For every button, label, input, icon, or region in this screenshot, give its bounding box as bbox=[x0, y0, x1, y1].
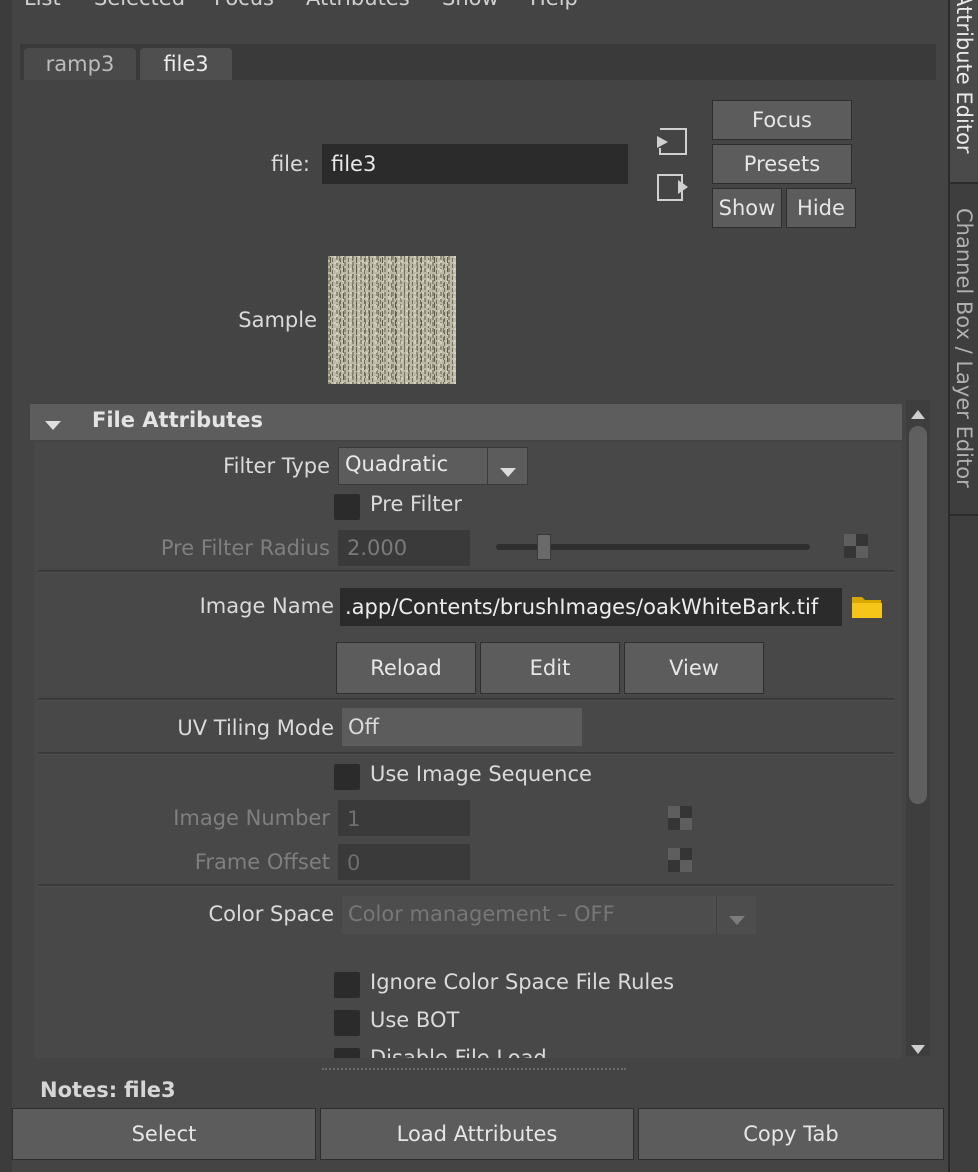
folder-icon[interactable] bbox=[850, 592, 884, 620]
hide-button[interactable]: Hide bbox=[786, 188, 856, 228]
use-bot-label: Use BOT bbox=[370, 1008, 460, 1032]
load-attributes-button[interactable]: Load Attributes bbox=[320, 1108, 634, 1160]
image-name-field[interactable]: .app/Contents/brushImages/oakWhiteBark.t… bbox=[340, 588, 842, 626]
notes-label: Notes: bbox=[40, 1078, 118, 1102]
map-button-icon[interactable] bbox=[668, 848, 692, 872]
ignore-color-space-rules-checkbox[interactable] bbox=[334, 972, 360, 998]
pre-filter-checkbox[interactable] bbox=[334, 494, 360, 520]
chevron-down-icon bbox=[728, 908, 746, 925]
filter-type-label: Filter Type bbox=[223, 454, 330, 478]
image-number-field[interactable]: 1 bbox=[338, 800, 470, 836]
sample-swatch bbox=[328, 256, 456, 384]
uv-tiling-mode-dropdown[interactable]: Off bbox=[342, 708, 582, 746]
frame-offset-field[interactable]: 0 bbox=[338, 844, 470, 880]
show-button[interactable]: Show bbox=[712, 188, 782, 228]
use-bot-checkbox[interactable] bbox=[334, 1010, 360, 1036]
tab-attribute-editor-label: Attribute Editor bbox=[952, 0, 976, 154]
menu-attributes[interactable]: Attributes bbox=[306, 0, 410, 10]
scroll-down-icon[interactable] bbox=[909, 1038, 927, 1054]
select-button[interactable]: Select bbox=[12, 1108, 316, 1160]
map-button-icon[interactable] bbox=[668, 806, 692, 830]
tab-channel-box[interactable]: Channel Box / Layer Editor bbox=[950, 186, 978, 516]
section-title: File Attributes bbox=[92, 408, 263, 432]
disable-file-load-row: Disable File Load bbox=[334, 1046, 894, 1058]
map-button-icon[interactable] bbox=[844, 534, 868, 558]
menu-show[interactable]: Show bbox=[442, 0, 499, 10]
node-name-field[interactable]: file3 bbox=[322, 144, 628, 184]
node-name-label: file: bbox=[270, 152, 310, 176]
pre-filter-label: Pre Filter bbox=[370, 492, 463, 516]
side-tab-bar: Attribute Editor Channel Box / Layer Edi… bbox=[950, 0, 978, 1172]
color-space-label: Color Space bbox=[208, 902, 335, 926]
chevron-down-icon bbox=[499, 460, 517, 477]
use-image-sequence-label: Use Image Sequence bbox=[370, 762, 592, 786]
separator bbox=[38, 570, 894, 573]
tab-file3[interactable]: file3 bbox=[140, 48, 232, 80]
color-space-value: Color management – OFF bbox=[348, 902, 615, 926]
pre-filter-radius-slider[interactable] bbox=[496, 534, 810, 560]
menu-list[interactable]: List bbox=[24, 0, 61, 10]
menu-selected[interactable]: Selected bbox=[94, 0, 185, 10]
separator bbox=[38, 752, 894, 755]
sample-label: Sample bbox=[238, 308, 317, 332]
use-image-sequence-checkbox[interactable] bbox=[334, 764, 360, 790]
collapse-arrow-icon bbox=[44, 414, 62, 430]
file-attributes-section-header[interactable]: File Attributes bbox=[30, 404, 902, 440]
filter-type-value: Quadratic bbox=[345, 452, 449, 476]
frame-offset-label: Frame Offset bbox=[194, 850, 330, 874]
node-tab-bar: ramp3 file3 bbox=[20, 44, 936, 80]
scrollbar[interactable] bbox=[906, 400, 930, 1056]
menu-focus[interactable]: Focus bbox=[214, 0, 274, 10]
filter-type-dropdown[interactable]: Quadratic bbox=[338, 447, 528, 485]
menu-bar: List Selected Focus Attributes Show Help bbox=[0, 0, 948, 14]
view-button[interactable]: View bbox=[624, 642, 764, 694]
tab-attribute-editor[interactable]: Attribute Editor bbox=[950, 0, 978, 184]
tab-ramp3[interactable]: ramp3 bbox=[24, 48, 136, 80]
left-panel-edge bbox=[0, 0, 12, 1172]
separator bbox=[38, 698, 894, 701]
presets-button[interactable]: Presets bbox=[712, 144, 852, 184]
separator bbox=[38, 884, 894, 887]
notes-splitter[interactable] bbox=[322, 1068, 626, 1070]
disable-file-load-checkbox[interactable] bbox=[334, 1048, 360, 1058]
output-connection-icon[interactable] bbox=[654, 172, 690, 202]
copy-tab-button[interactable]: Copy Tab bbox=[638, 1108, 944, 1160]
color-space-dropdown[interactable]: Color management – OFF bbox=[342, 896, 756, 934]
image-name-label: Image Name bbox=[199, 594, 334, 618]
image-number-label: Image Number bbox=[173, 806, 330, 830]
scroll-up-icon[interactable] bbox=[909, 402, 927, 419]
tab-channel-box-label: Channel Box / Layer Editor bbox=[952, 208, 976, 488]
scroll-thumb[interactable] bbox=[909, 426, 927, 804]
focus-button[interactable]: Focus bbox=[712, 100, 852, 140]
pre-filter-radius-field[interactable]: 2.000 bbox=[338, 530, 470, 566]
disable-file-load-label: Disable File Load bbox=[370, 1046, 547, 1058]
edit-button[interactable]: Edit bbox=[480, 642, 620, 694]
input-connection-icon[interactable] bbox=[654, 126, 688, 156]
uv-tiling-mode-label: UV Tiling Mode bbox=[177, 716, 334, 740]
ignore-color-space-rules-label: Ignore Color Space File Rules bbox=[370, 970, 675, 994]
reload-button[interactable]: Reload bbox=[336, 642, 476, 694]
menu-help[interactable]: Help bbox=[530, 0, 578, 10]
pre-filter-radius-label: Pre Filter Radius bbox=[160, 536, 330, 560]
notes-node-name: file3 bbox=[124, 1078, 176, 1102]
slider-handle[interactable] bbox=[537, 534, 551, 560]
